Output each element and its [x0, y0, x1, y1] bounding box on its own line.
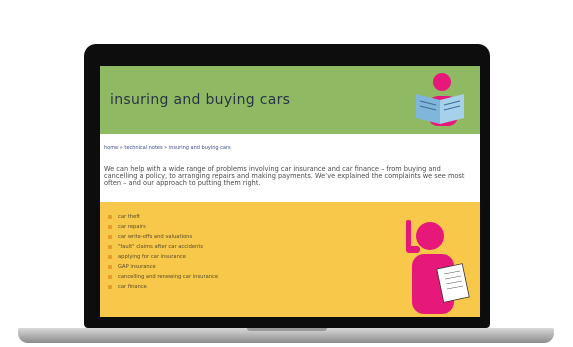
laptop-notch [247, 328, 327, 331]
topics-panel: car theft car repairs car write-offs and… [100, 202, 480, 317]
topic-label: applying for car insurance [118, 254, 186, 260]
bullet-icon [108, 285, 112, 289]
bullet-icon [108, 255, 112, 259]
breadcrumb[interactable]: home » technical notes » insuring and bu… [104, 145, 231, 151]
scene: insuring and buying cars home » technica… [0, 0, 573, 347]
reader-figure-illustration [416, 73, 464, 126]
topic-link[interactable]: car finance [108, 282, 218, 292]
site-header: insuring and buying cars [100, 66, 480, 134]
topic-label: cancelling and renewing car insurance [118, 274, 219, 280]
phone-figure-illustration [406, 220, 470, 314]
laptop-screen: insuring and buying cars home » technica… [100, 66, 480, 317]
intro-paragraph: We can help with a wide range of problem… [104, 165, 465, 188]
bullet-icon [108, 265, 112, 269]
page-title: insuring and buying cars [110, 92, 291, 108]
topic-link[interactable]: car theft [108, 212, 218, 222]
topic-label: car write-offs and valuations [118, 234, 193, 240]
topic-link[interactable]: "fault" claims after car accidents [108, 242, 218, 252]
topic-link[interactable]: applying for car insurance [108, 252, 218, 262]
bullet-icon [108, 215, 112, 219]
topic-label: GAP insurance [118, 264, 156, 270]
topic-link[interactable]: car write-offs and valuations [108, 232, 218, 242]
bullet-icon [108, 245, 112, 249]
topic-label: car finance [118, 284, 147, 290]
topic-list: car theft car repairs car write-offs and… [108, 212, 218, 292]
topic-link[interactable]: cancelling and renewing car insurance [108, 272, 218, 282]
topic-label: car repairs [118, 224, 146, 230]
topic-label: car theft [118, 214, 141, 220]
topic-label: "fault" claims after car accidents [118, 244, 204, 250]
bullet-icon [108, 275, 112, 279]
bullet-icon [108, 235, 112, 239]
bullet-icon [108, 225, 112, 229]
topic-link[interactable]: car repairs [108, 222, 218, 232]
topic-link[interactable]: GAP insurance [108, 262, 218, 272]
